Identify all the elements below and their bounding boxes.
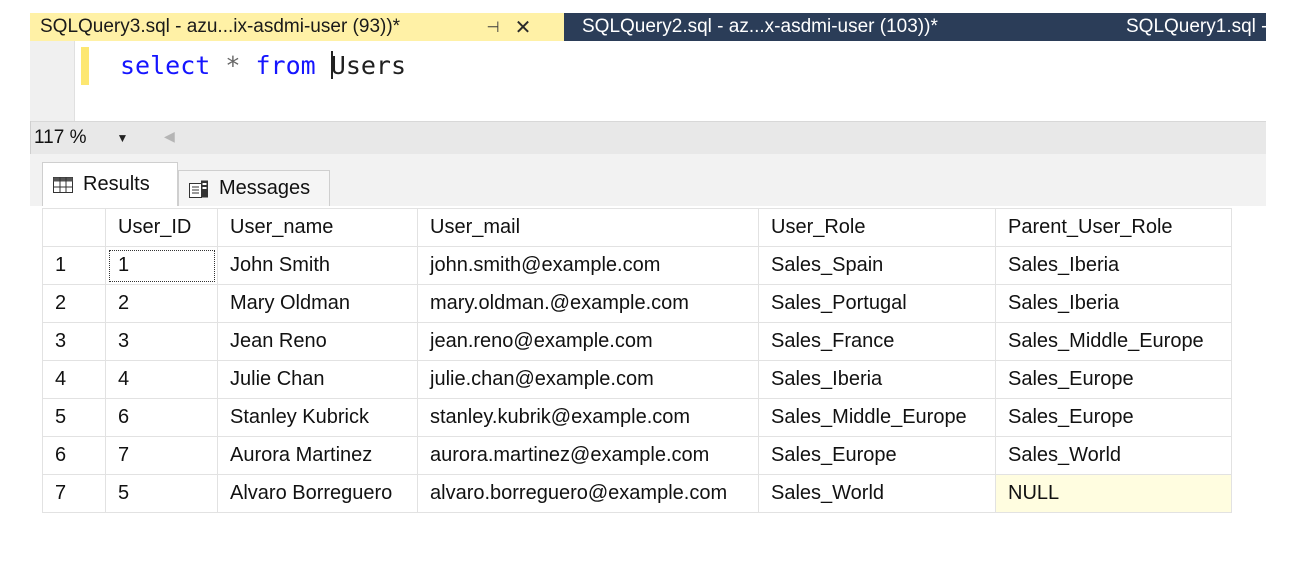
column-header[interactable]: User_ID — [105, 208, 218, 247]
table-identifier: Users — [330, 51, 407, 80]
table-cell[interactable]: julie.chan@example.com — [417, 360, 759, 399]
tab-sqlquery2[interactable]: SQLQuery2.sql - az...x-asdmi-user (103))… — [572, 13, 1022, 41]
column-header[interactable]: User_mail — [417, 208, 759, 247]
table-cell[interactable]: Sales_Spain — [758, 246, 996, 285]
table-cell[interactable]: Jean Reno — [217, 322, 418, 361]
table-cell[interactable]: Sales_Middle_Europe — [995, 322, 1232, 361]
table-cell[interactable]: Sales_Europe — [758, 436, 996, 475]
column-header[interactable]: Parent_User_Role — [995, 208, 1232, 247]
table-cell[interactable]: 5 — [105, 474, 218, 513]
messages-icon — [189, 180, 208, 198]
operator-star: * — [225, 51, 241, 80]
table-cell[interactable]: 4 — [105, 360, 218, 399]
table-cell[interactable]: Sales_World — [995, 436, 1232, 475]
table-row[interactable]: 6 7 Aurora Martinez aurora.martinez@exam… — [42, 436, 1232, 475]
tab-results-label: Results — [83, 173, 150, 195]
table-cell[interactable]: alvaro.borreguero@example.com — [417, 474, 759, 513]
column-header[interactable]: User_Role — [758, 208, 996, 247]
table-cell[interactable]: Sales_World — [758, 474, 996, 513]
column-header[interactable]: User_name — [217, 208, 418, 247]
table-cell[interactable]: mary.oldman.@example.com — [417, 284, 759, 323]
tab-sqlquery1-title: SQLQuery1.sql - — [1126, 16, 1266, 37]
tab-sqlquery2-title: SQLQuery2.sql - az...x-asdmi-user (103))… — [582, 16, 938, 37]
table-cell[interactable]: Sales_Iberia — [758, 360, 996, 399]
zoom-value: 117 % — [34, 127, 87, 148]
grid-icon — [53, 176, 73, 193]
tab-messages[interactable]: Messages — [178, 170, 330, 206]
table-cell[interactable]: Sales_Iberia — [995, 284, 1232, 323]
row-number[interactable]: 4 — [42, 360, 106, 399]
chevron-down-icon: ▼ — [116, 131, 129, 145]
table-cell[interactable]: Sales_Middle_Europe — [758, 398, 996, 437]
tab-sqlquery3[interactable]: SQLQuery3.sql - azu...ix-asdmi-user (93)… — [30, 13, 564, 41]
code-line-1[interactable]: select * from Users — [120, 47, 406, 85]
table-row[interactable]: 4 4 Julie Chan julie.chan@example.com Sa… — [42, 360, 1232, 399]
keyword-from: from — [255, 51, 316, 80]
row-number[interactable]: 2 — [42, 284, 106, 323]
table-cell[interactable]: 7 — [105, 436, 218, 475]
table-cell[interactable]: Sales_Iberia — [995, 246, 1232, 285]
row-number[interactable]: 7 — [42, 474, 106, 513]
table-cell[interactable]: Stanley Kubrick — [217, 398, 418, 437]
row-number[interactable]: 6 — [42, 436, 106, 475]
table-cell[interactable]: aurora.martinez@example.com — [417, 436, 759, 475]
table-cell[interactable]: Sales_France — [758, 322, 996, 361]
row-number[interactable]: 3 — [42, 322, 106, 361]
pin-icon[interactable]: ⊣ — [480, 18, 506, 36]
document-tab-strip: SQLQuery3.sql - azu...ix-asdmi-user (93)… — [30, 13, 1266, 41]
table-cell[interactable]: 6 — [105, 398, 218, 437]
tab-sqlquery1[interactable]: SQLQuery1.sql - — [1126, 13, 1266, 41]
row-number-header[interactable] — [42, 208, 106, 247]
tab-messages-label: Messages — [219, 177, 311, 199]
table-row[interactable]: 3 3 Jean Reno jean.reno@example.com Sale… — [42, 322, 1232, 361]
query-editor[interactable]: select * from Users — [30, 41, 1266, 121]
unsaved-change-marker — [81, 47, 89, 85]
table-cell[interactable]: 1 — [105, 246, 218, 285]
row-number[interactable]: 5 — [42, 398, 106, 437]
table-cell[interactable]: John Smith — [217, 246, 418, 285]
editor-gutter — [30, 41, 75, 121]
table-cell[interactable]: 3 — [105, 322, 218, 361]
results-pane: Results Messages User_ID User_name User_… — [30, 154, 1266, 569]
zoom-dropdown[interactable]: 117 % ▼ — [34, 125, 128, 151]
null-cell[interactable]: NULL — [995, 474, 1232, 513]
table-row[interactable]: 2 2 Mary Oldman mary.oldman.@example.com… — [42, 284, 1232, 323]
header-row: User_ID User_name User_mail User_Role Pa… — [42, 208, 1232, 247]
table-cell[interactable]: jean.reno@example.com — [417, 322, 759, 361]
tab-sqlquery3-title: SQLQuery3.sql - azu...ix-asdmi-user (93)… — [40, 16, 401, 37]
table-cell[interactable]: Sales_Portugal — [758, 284, 996, 323]
table-cell[interactable]: Julie Chan — [217, 360, 418, 399]
table-cell[interactable]: Mary Oldman — [217, 284, 418, 323]
keyword-select: select — [120, 51, 211, 80]
scroll-left-icon[interactable]: ◀ — [164, 128, 175, 145]
row-number[interactable]: 1 — [42, 246, 106, 285]
zoom-bar: 117 % ▼ ◀ — [30, 121, 1266, 155]
table-row[interactable]: 7 5 Alvaro Borreguero alvaro.borreguero@… — [42, 474, 1232, 513]
table-row[interactable]: 1 1 John Smith john.smith@example.com Sa… — [42, 246, 1232, 285]
results-grid[interactable]: User_ID User_name User_mail User_Role Pa… — [42, 208, 1232, 513]
result-tab-strip: Results Messages — [30, 154, 1266, 206]
table-cell[interactable]: stanley.kubrik@example.com — [417, 398, 759, 437]
close-icon[interactable]: ✕ — [506, 15, 540, 40]
table-cell[interactable]: Aurora Martinez — [217, 436, 418, 475]
table-row[interactable]: 5 6 Stanley Kubrick stanley.kubrik@examp… — [42, 398, 1232, 437]
table-cell[interactable]: john.smith@example.com — [417, 246, 759, 285]
table-cell[interactable]: Alvaro Borreguero — [217, 474, 418, 513]
table-cell[interactable]: Sales_Europe — [995, 360, 1232, 399]
table-cell[interactable]: Sales_Europe — [995, 398, 1232, 437]
tab-results[interactable]: Results — [42, 162, 178, 206]
table-cell[interactable]: 2 — [105, 284, 218, 323]
